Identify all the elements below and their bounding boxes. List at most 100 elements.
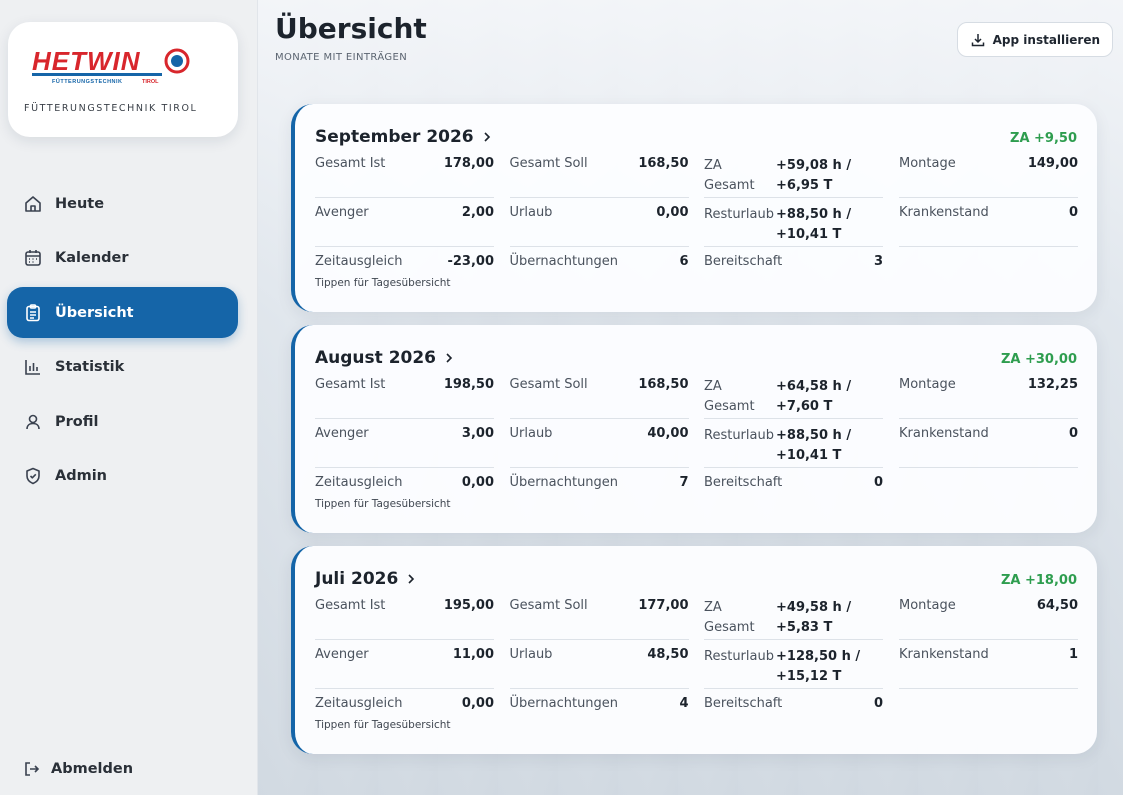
tap-hint: Tippen für Tagesübersicht bbox=[315, 719, 451, 731]
stat-label: Gesamt Soll bbox=[509, 377, 588, 392]
stat-label: Avenger bbox=[315, 647, 369, 662]
stat-value: +49,58 h / +5,83 T bbox=[776, 600, 852, 635]
stat-gesamt-ist: Gesamt Ist 178,00 bbox=[315, 156, 494, 198]
stat-gesamt-soll: Gesamt Soll 168,50 bbox=[509, 377, 689, 419]
month-card[interactable]: September 2026 ZA +9,50 Gesamt Ist 178,00… bbox=[291, 104, 1097, 312]
download-icon bbox=[970, 32, 986, 48]
nav-item-uebersicht[interactable]: Übersicht bbox=[7, 287, 238, 338]
za-badge: ZA +30,00 bbox=[1000, 352, 1077, 367]
nav-item-label: Statistik bbox=[55, 359, 125, 375]
stat-avenger: Avenger 2,00 bbox=[315, 205, 494, 247]
nav-item-label: Profil bbox=[55, 413, 99, 430]
svg-text:TIROL: TIROL bbox=[142, 79, 159, 85]
stat-resturlaub: Resturlaub +128,50 h / +15,12 T bbox=[704, 647, 883, 689]
stat-krankenstand: Krankenstand 0 bbox=[899, 205, 1078, 247]
stat-krankenstand: Krankenstand 0 bbox=[899, 426, 1078, 468]
stat-label: Resturlaub bbox=[704, 207, 774, 222]
user-icon bbox=[23, 412, 43, 432]
page-title: Übersicht bbox=[275, 12, 427, 45]
nav-item-kalender[interactable]: Kalender bbox=[7, 233, 238, 284]
stat-montage: Montage 149,00 bbox=[899, 156, 1078, 198]
stat-label: Montage bbox=[899, 156, 956, 171]
stat-value: 168,50 bbox=[638, 377, 689, 392]
stat-value: 0 bbox=[873, 696, 883, 711]
stat-label: ZA Gesamt bbox=[704, 158, 755, 193]
logout-button[interactable]: Abmelden bbox=[23, 760, 133, 778]
shield-check-icon bbox=[23, 466, 43, 486]
stat-label: ZA Gesamt bbox=[704, 600, 755, 635]
stat-zeitausgleich: Zeitausgleich -23,00 bbox=[315, 254, 494, 296]
hetwin-logo: HETWIN FÜTTERUNGSTECHNIK TIROL bbox=[32, 46, 190, 85]
stat-value: 40,00 bbox=[647, 426, 689, 441]
month-card[interactable]: Juli 2026 ZA +18,00 Gesamt Ist 195,00 Ges… bbox=[291, 546, 1097, 754]
stat-value: 195,00 bbox=[443, 598, 494, 613]
brand-card: HETWIN FÜTTERUNGSTECHNIK TIROL FÜTTERUNG… bbox=[8, 22, 238, 137]
clipboard-icon bbox=[23, 303, 43, 323]
stat-value: 0 bbox=[1068, 426, 1078, 441]
main-nav: Heute Kalender Übersicht Statistik Profi… bbox=[7, 178, 238, 505]
nav-item-label: Admin bbox=[55, 468, 108, 484]
stat-value: 11,00 bbox=[452, 647, 494, 662]
stat-label: Übernachtungen bbox=[509, 475, 619, 490]
sidebar: HETWIN FÜTTERUNGSTECHNIK TIROL FÜTTERUNG… bbox=[0, 0, 258, 795]
nav-item-admin[interactable]: Admin bbox=[7, 451, 238, 502]
stat-value: 168,50 bbox=[638, 156, 689, 171]
stat-label: Übernachtungen bbox=[509, 696, 619, 711]
stat-label: Urlaub bbox=[509, 205, 553, 220]
nav-item-heute[interactable]: Heute bbox=[7, 178, 238, 229]
stat-label: Montage bbox=[899, 377, 956, 392]
stat-uebernachtungen: Übernachtungen 6 bbox=[510, 254, 689, 296]
month-title: September 2026 bbox=[315, 127, 494, 147]
chevron-right-icon bbox=[404, 572, 418, 586]
stat-value: 178,00 bbox=[443, 156, 494, 171]
stat-label: Resturlaub bbox=[704, 649, 774, 664]
calendar-icon bbox=[23, 248, 43, 268]
stat-value: +128,50 h / +15,12 T bbox=[776, 649, 861, 684]
stat-value: +88,50 h / +10,41 T bbox=[776, 207, 852, 242]
stat-value: 64,50 bbox=[1036, 598, 1078, 613]
nav-item-label: Übersicht bbox=[55, 304, 134, 321]
stat-value: 177,00 bbox=[638, 598, 689, 613]
stat-value: -23,00 bbox=[447, 254, 494, 269]
nav-item-statistik[interactable]: Statistik bbox=[7, 342, 238, 393]
stat-value: 1 bbox=[1068, 647, 1078, 662]
chevron-right-icon bbox=[442, 351, 456, 365]
stat-value: +64,58 h / +7,60 T bbox=[776, 379, 852, 414]
month-title-text: Juli 2026 bbox=[315, 569, 399, 589]
svg-text:HETWIN: HETWIN bbox=[32, 46, 141, 76]
za-badge: ZA +9,50 bbox=[1010, 131, 1077, 146]
stat-bereitschaft: Bereitschaft 0 bbox=[704, 696, 883, 738]
stat-value: +88,50 h / +10,41 T bbox=[776, 428, 852, 463]
stat-label: Bereitschaft bbox=[704, 696, 783, 711]
stat-value: +59,08 h / +6,95 T bbox=[776, 158, 852, 193]
nav-item-label: Heute bbox=[55, 195, 105, 212]
month-title: Juli 2026 bbox=[315, 569, 418, 589]
stat-label: ZA Gesamt bbox=[704, 379, 755, 414]
stat-value: 0 bbox=[1068, 205, 1078, 220]
stat-label: Urlaub bbox=[509, 647, 553, 662]
stat-krankenstand: Krankenstand 1 bbox=[899, 647, 1078, 689]
stat-za-gesamt: ZA Gesamt +59,08 h / +6,95 T bbox=[704, 156, 883, 198]
stat-resturlaub: Resturlaub +88,50 h / +10,41 T bbox=[704, 205, 883, 247]
stat-montage: Montage 132,25 bbox=[899, 377, 1078, 419]
stat-bereitschaft: Bereitschaft 0 bbox=[704, 475, 883, 517]
stat-value: 198,50 bbox=[443, 377, 494, 392]
stat-value: 6 bbox=[679, 254, 689, 269]
install-app-button[interactable]: App installieren bbox=[956, 22, 1113, 57]
stat-label: Avenger bbox=[315, 205, 369, 220]
home-icon bbox=[23, 194, 43, 214]
stat-avenger: Avenger 3,00 bbox=[315, 426, 494, 468]
logout-label: Abmelden bbox=[51, 761, 134, 777]
stat-label: Gesamt Ist bbox=[315, 377, 386, 392]
stat-label: Avenger bbox=[315, 426, 369, 441]
month-title-text: August 2026 bbox=[315, 348, 437, 368]
stat-zeitausgleich: Zeitausgleich 0,00 bbox=[315, 696, 494, 738]
stat-za-gesamt: ZA Gesamt +49,58 h / +5,83 T bbox=[704, 598, 883, 640]
svg-text:FÜTTERUNGSTECHNIK: FÜTTERUNGSTECHNIK bbox=[52, 78, 123, 85]
nav-item-profil[interactable]: Profil bbox=[7, 396, 238, 447]
stat-value: 3,00 bbox=[461, 426, 494, 441]
month-card[interactable]: August 2026 ZA +30,00 Gesamt Ist 198,50 G… bbox=[291, 325, 1097, 533]
main-content: Übersicht MONATE MIT EINTRÄGEN App insta… bbox=[258, 0, 1123, 795]
stat-label: Gesamt Soll bbox=[509, 156, 588, 171]
stat-value: 0,00 bbox=[461, 475, 494, 490]
